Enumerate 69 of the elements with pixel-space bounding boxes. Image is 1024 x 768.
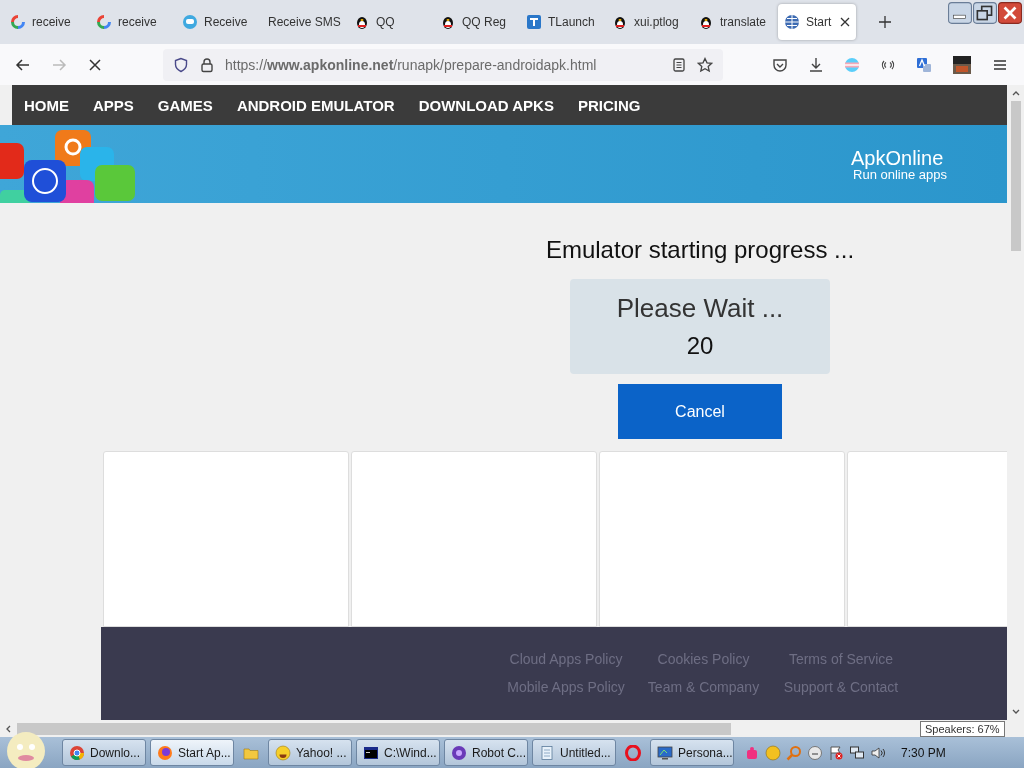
new-tab-icon[interactable] [879, 16, 891, 28]
restore-icon[interactable] [973, 2, 997, 24]
taskbar-button[interactable]: Persona... [650, 739, 734, 766]
opera-icon [625, 744, 641, 761]
close-icon[interactable] [840, 17, 850, 27]
flag-icon[interactable] [828, 744, 844, 761]
close-icon[interactable] [998, 2, 1022, 24]
browser-tab[interactable]: QQ Reg [434, 4, 513, 40]
globe-icon [784, 14, 800, 30]
taskbar-button[interactable]: Start Ap... [150, 739, 234, 766]
cancel-button[interactable]: Cancel [618, 384, 782, 439]
speaker-icon[interactable] [870, 744, 886, 761]
browser-tab[interactable]: Start [778, 4, 856, 40]
countdown: 20 [686, 332, 714, 360]
shield-icon [173, 56, 189, 73]
taskbar-button[interactable]: Robot C... [444, 739, 528, 766]
penguin-icon [354, 14, 370, 30]
stop-icon[interactable] [87, 56, 103, 73]
brand-name: ApkOnline [851, 147, 945, 168]
scrollbar-thumb[interactable] [17, 722, 731, 735]
nav-link[interactable]: ANDROID EMULATOR [236, 96, 395, 114]
monitor-icon [657, 744, 673, 761]
smiley-icon [275, 744, 291, 761]
browser-tab[interactable]: receive [90, 4, 169, 40]
penguin-icon [698, 14, 714, 30]
taskbar-button[interactable]: Downlo... [62, 739, 146, 766]
browser-tab[interactable]: QQ [348, 4, 427, 40]
pocket-icon[interactable] [772, 56, 788, 73]
progress-heading: Emulator starting progress ... [545, 236, 855, 264]
notepad-icon [539, 744, 555, 761]
star-icon[interactable] [697, 56, 713, 73]
tooltip: Speakers: 67% [920, 721, 1005, 737]
nav-link[interactable]: DOWNLOAD APKS [418, 96, 554, 114]
google-icon [10, 14, 26, 30]
browser-tab[interactable]: Receive [176, 4, 255, 40]
wait-text: Please Wait ... [616, 293, 784, 324]
browser-tab[interactable]: receive [4, 4, 83, 40]
nav-link[interactable]: PRICING [577, 96, 641, 114]
taskbar-button[interactable]: Untitled... [532, 739, 616, 766]
penguin-icon [612, 14, 628, 30]
back-icon[interactable] [15, 56, 31, 73]
download-icon[interactable] [808, 56, 824, 73]
window-icon [363, 744, 379, 761]
nav-link[interactable]: APPS [93, 96, 134, 114]
scrollbar-thumb[interactable] [1010, 101, 1021, 251]
nav-link[interactable]: GAMES [157, 96, 213, 114]
address-bar[interactable]: https://www.apkonline.net/runapk/prepare-androidapk.html [163, 48, 723, 81]
clock[interactable]: 7:30 PM [901, 745, 946, 760]
browser-tab[interactable]: translate [692, 4, 771, 40]
network-icon[interactable] [849, 744, 865, 761]
browser-tab[interactable]: Receive SMS [262, 4, 341, 40]
url-text: https://www.apkonline.net/runapk/prepare-androidapk.html [225, 56, 597, 73]
minimize-icon[interactable] [948, 2, 972, 24]
penguin-icon [440, 14, 456, 30]
app-icon [526, 14, 542, 30]
taskbar-button[interactable]: C:\Wind... [356, 739, 440, 766]
taskbar-button[interactable]: Yahoo! ... [268, 739, 352, 766]
extension-icon[interactable] [952, 54, 972, 75]
reader-view-icon[interactable] [671, 56, 687, 73]
chat-bubble-icon [182, 14, 198, 30]
google-icon [96, 14, 112, 30]
start-button[interactable] [6, 731, 46, 768]
translate-icon[interactable] [916, 56, 932, 73]
browser-tab[interactable]: xui.ptlog [606, 4, 685, 40]
chrome-icon [69, 744, 85, 761]
lock-icon [199, 56, 215, 73]
orb-icon [451, 744, 467, 761]
nav-link[interactable]: HOME [24, 96, 69, 114]
browser-tab[interactable]: TLaunch [520, 4, 599, 40]
